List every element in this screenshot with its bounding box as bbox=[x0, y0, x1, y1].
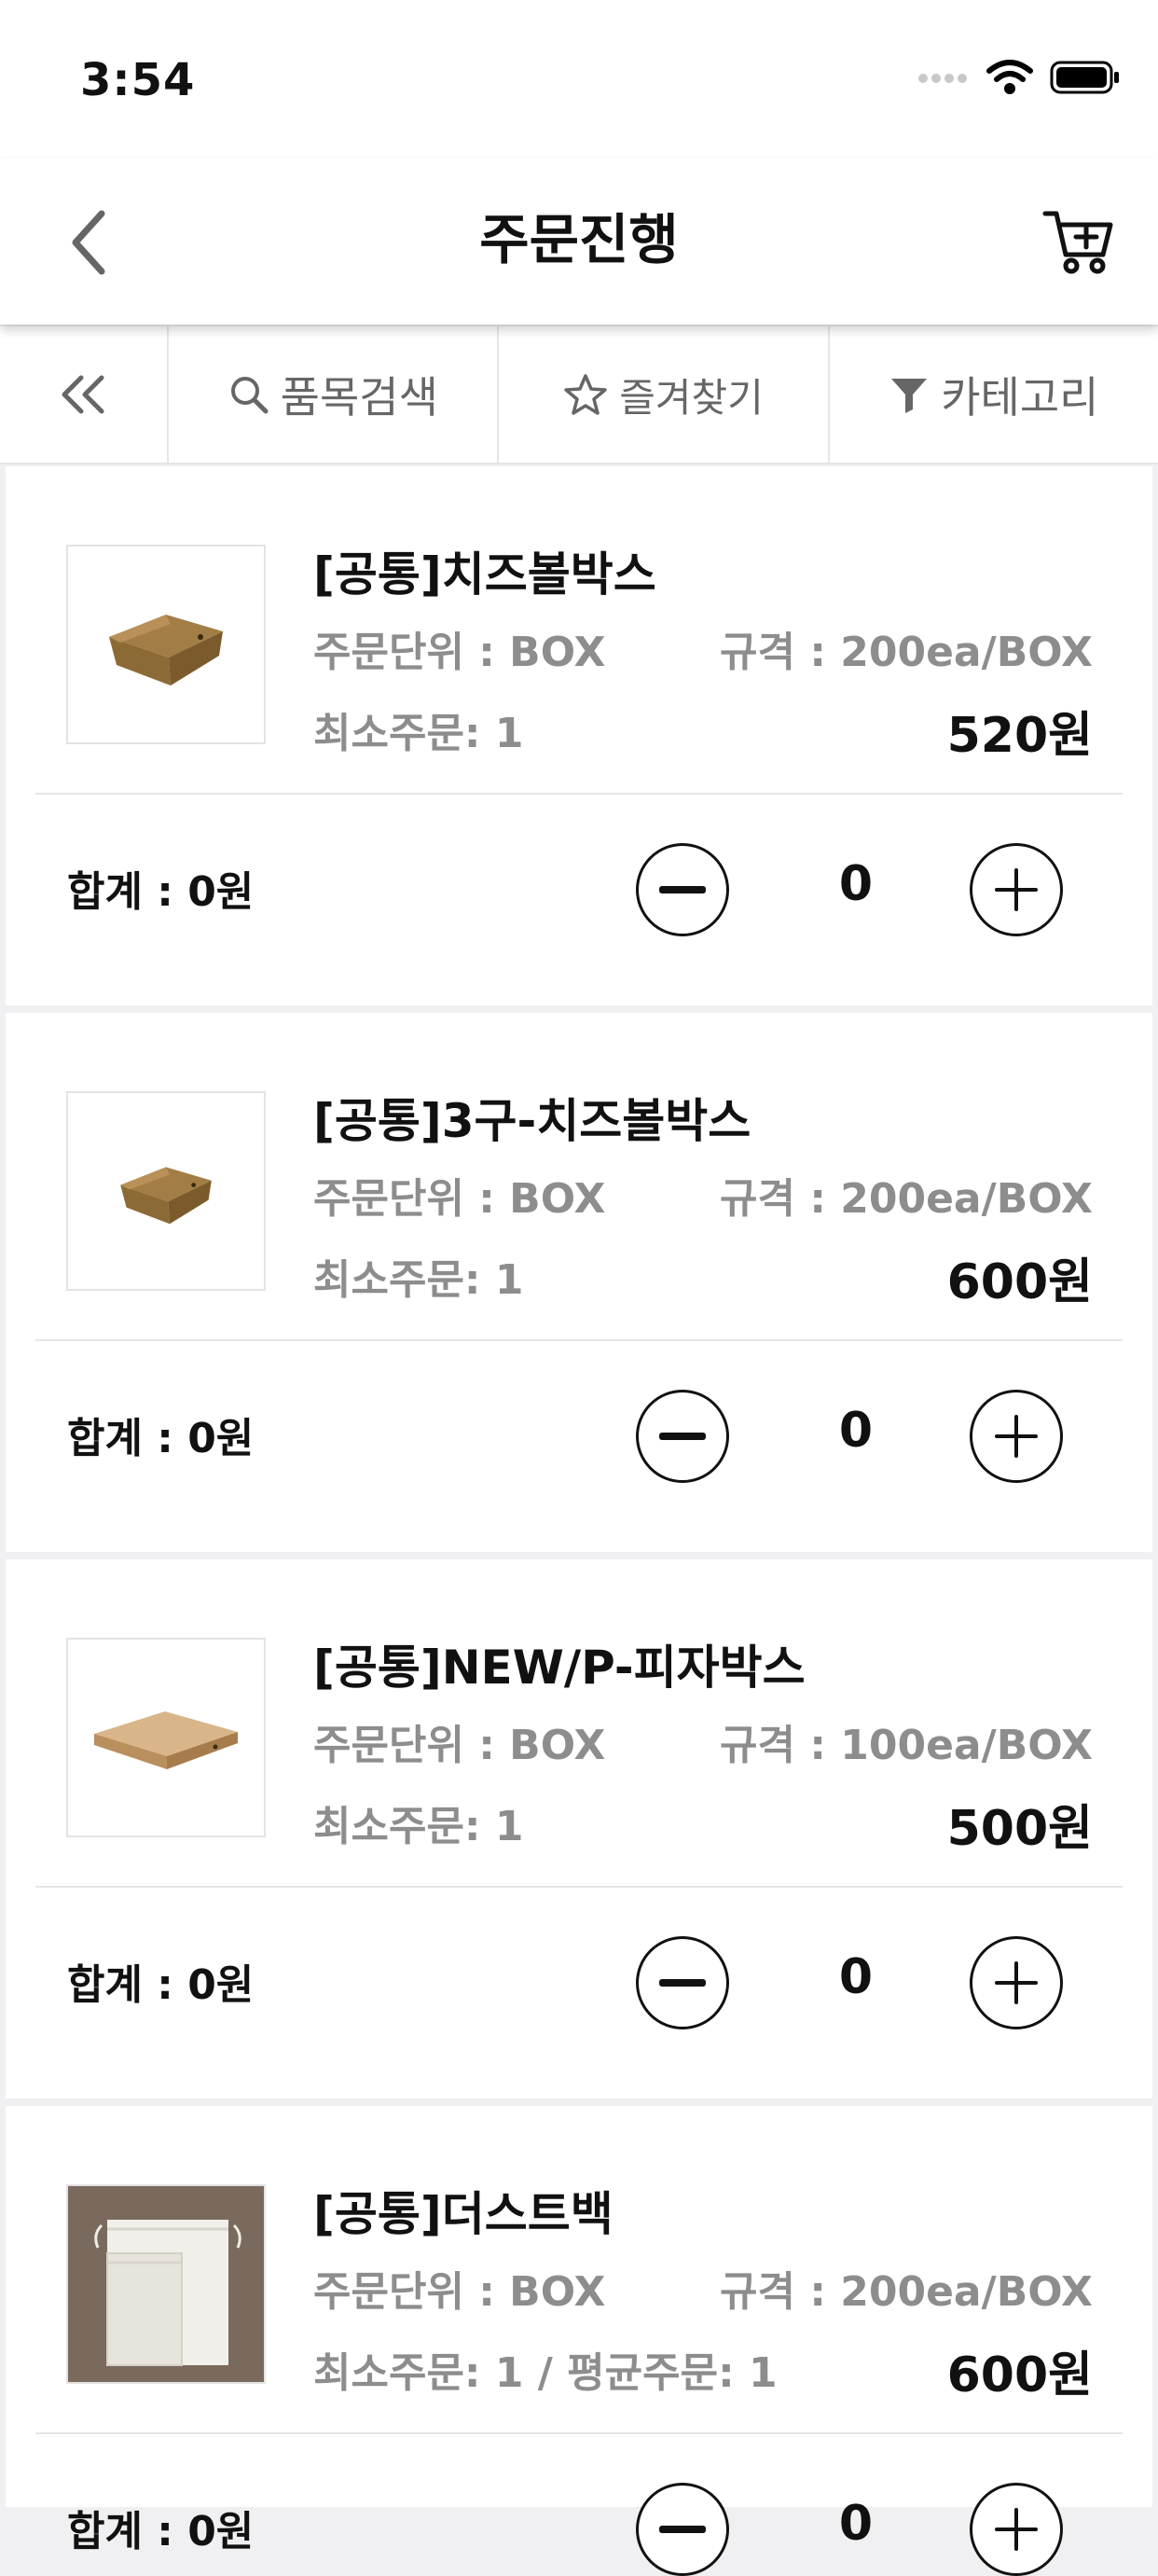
minimum-order: 최소주문: 1 bbox=[313, 1256, 524, 1304]
order-unit: 주문단위 : BOX bbox=[313, 629, 606, 676]
product-spec: 규격 : 200ea/BOX bbox=[720, 2268, 1093, 2316]
product-name: [공통]더스트백 bbox=[313, 2187, 613, 2241]
product-spec: 규격 : 100ea/BOX bbox=[720, 1722, 1093, 1769]
favorites-label: 즐겨찾기 bbox=[619, 374, 764, 421]
favorites-button[interactable]: 즐겨찾기 bbox=[499, 326, 830, 463]
item-search-label: 품목검색 bbox=[280, 372, 438, 422]
search-icon bbox=[230, 377, 269, 414]
product-name: [공통]치즈볼박스 bbox=[313, 547, 656, 602]
increase-button[interactable] bbox=[970, 1390, 1063, 1483]
minimum-order: 최소주문: 1 bbox=[313, 1803, 524, 1850]
category-label: 카테고리 bbox=[941, 372, 1099, 422]
divider bbox=[35, 1339, 1123, 1341]
wifi-icon bbox=[986, 60, 1033, 99]
quantity-value: 0 bbox=[838, 1949, 874, 2005]
star-icon bbox=[564, 374, 608, 415]
status-icons bbox=[917, 60, 1121, 99]
plus-icon bbox=[995, 868, 1038, 911]
plus-icon bbox=[995, 1415, 1038, 1458]
product-image bbox=[66, 2184, 266, 2384]
product-name: [공통]3구-치즈볼박스 bbox=[313, 1094, 751, 1148]
product-card: [공통]치즈볼박스 주문단위 : BOX 규격 : 200ea/BOX 최소주문… bbox=[6, 466, 1152, 1005]
nav-header: 주문진행 bbox=[0, 159, 1158, 325]
divider bbox=[35, 1886, 1123, 1888]
collapse-button[interactable] bbox=[0, 326, 170, 463]
filter-icon bbox=[891, 379, 928, 413]
quantity-value: 0 bbox=[838, 1403, 874, 1459]
order-unit: 주문단위 : BOX bbox=[313, 2268, 606, 2316]
increase-button[interactable] bbox=[970, 843, 1063, 936]
filter-bar: 품목검색 즐겨찾기 카테고리 bbox=[0, 326, 1158, 464]
product-card: [공통]더스트백 주문단위 : BOX 규격 : 200ea/BOX 최소주문:… bbox=[6, 2106, 1152, 2576]
category-button[interactable]: 카테고리 bbox=[830, 326, 1158, 463]
signal-icon bbox=[917, 71, 970, 89]
cheeseball-box-image bbox=[109, 615, 223, 686]
subtotal: 합계 : 0원 bbox=[67, 1415, 255, 1462]
product-price: 500원 bbox=[946, 1801, 1093, 1857]
quantity-value: 0 bbox=[838, 2496, 874, 2552]
subtotal: 합계 : 0원 bbox=[67, 1961, 255, 2009]
page-title: 주문진행 bbox=[479, 208, 679, 271]
pizza-box-image bbox=[94, 1711, 238, 1769]
decrease-button[interactable] bbox=[636, 1936, 729, 2029]
three-compartment-box-image bbox=[120, 1167, 212, 1225]
product-price: 600원 bbox=[946, 1254, 1093, 1310]
dust-bag-image bbox=[70, 2188, 262, 2380]
cart-add-icon bbox=[1042, 211, 1113, 274]
product-spec: 규격 : 200ea/BOX bbox=[720, 1175, 1093, 1223]
product-image bbox=[66, 545, 266, 744]
product-card: [공통]3구-치즈볼박스 주문단위 : BOX 규격 : 200ea/BOX 최… bbox=[6, 1013, 1152, 1552]
status-time: 3:54 bbox=[80, 54, 196, 106]
battery-icon bbox=[1050, 61, 1121, 98]
subtotal: 합계 : 0원 bbox=[67, 868, 255, 916]
decrease-button[interactable] bbox=[636, 2483, 729, 2576]
item-search-button[interactable]: 품목검색 bbox=[169, 326, 500, 463]
increase-button[interactable] bbox=[970, 2483, 1063, 2576]
minimum-order: 최소주문: 1 / 평균주문: 1 bbox=[313, 2349, 778, 2397]
minimum-order: 최소주문: 1 bbox=[313, 710, 524, 757]
product-price: 600원 bbox=[946, 2347, 1093, 2403]
increase-button[interactable] bbox=[970, 1936, 1063, 2029]
product-image bbox=[66, 1638, 266, 1837]
minus-icon bbox=[659, 1979, 706, 1987]
plus-icon bbox=[995, 2508, 1038, 2551]
product-name: [공통]NEW/P-피자박스 bbox=[313, 1641, 806, 1695]
decrease-button[interactable] bbox=[636, 843, 729, 936]
order-unit: 주문단위 : BOX bbox=[313, 1722, 606, 1769]
divider bbox=[35, 2432, 1123, 2434]
cart-button[interactable] bbox=[1037, 200, 1121, 284]
product-price: 520원 bbox=[946, 708, 1093, 764]
quantity-value: 0 bbox=[838, 856, 874, 912]
divider bbox=[35, 793, 1123, 795]
order-unit: 주문단위 : BOX bbox=[313, 1175, 606, 1223]
minus-icon bbox=[659, 886, 706, 893]
minus-icon bbox=[659, 2526, 706, 2533]
product-spec: 규격 : 200ea/BOX bbox=[720, 629, 1093, 676]
plus-icon bbox=[995, 1961, 1038, 2004]
product-image bbox=[66, 1091, 266, 1291]
product-card: [공통]NEW/P-피자박스 주문단위 : BOX 규격 : 100ea/BOX… bbox=[6, 1559, 1152, 2098]
double-chevron-left-icon bbox=[62, 375, 104, 414]
status-bar: 3:54 bbox=[0, 0, 1158, 159]
minus-icon bbox=[659, 1433, 706, 1440]
decrease-button[interactable] bbox=[636, 1390, 729, 1483]
